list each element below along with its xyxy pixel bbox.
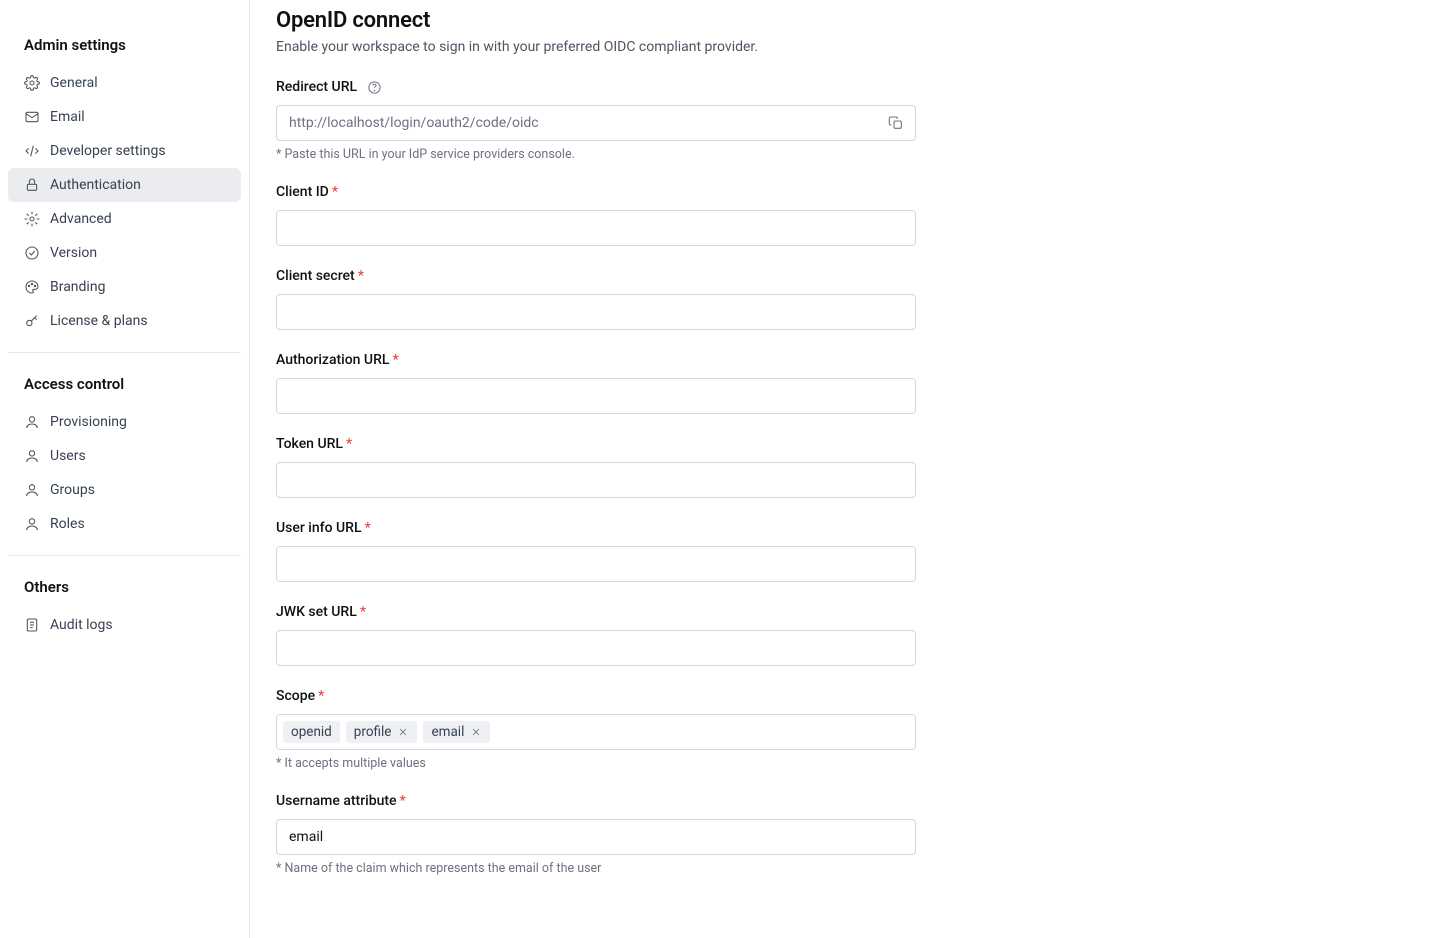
scope-tag: openid <box>283 721 340 743</box>
sidebar-item-label: Authentication <box>50 177 141 193</box>
required-marker: * <box>318 688 324 704</box>
sidebar-section-title: Access control <box>8 367 241 405</box>
field-redirect-url: Redirect URL * Paste this URL in your Id… <box>276 79 1190 162</box>
username-attribute-input[interactable] <box>276 819 916 855</box>
jwk-set-url-label: JWK set URL <box>276 604 357 620</box>
scope-label: Scope <box>276 688 315 704</box>
sidebar-item-audit-logs[interactable]: Audit logs <box>8 608 241 642</box>
redirect-url-label: Redirect URL <box>276 79 357 95</box>
user-icon <box>24 414 40 430</box>
user-icon <box>24 482 40 498</box>
field-scope: Scope* openid profile email * It accepts m… <box>276 688 1190 771</box>
field-jwk-set-url: JWK set URL* <box>276 604 1190 666</box>
sidebar-item-users[interactable]: Users <box>8 439 241 473</box>
sidebar-item-label: Users <box>50 448 86 464</box>
sidebar-item-label: Developer settings <box>50 143 166 159</box>
client-secret-input[interactable] <box>276 294 916 330</box>
field-user-info-url: User info URL* <box>276 520 1190 582</box>
sidebar-divider <box>8 352 241 353</box>
sidebar-item-version[interactable]: Version <box>8 236 241 270</box>
user-info-url-label: User info URL <box>276 520 362 536</box>
username-attribute-hint: * Name of the claim which represents the… <box>276 861 1190 876</box>
redirect-url-input[interactable] <box>276 105 916 141</box>
required-marker: * <box>346 436 352 452</box>
sidebar-item-provisioning[interactable]: Provisioning <box>8 405 241 439</box>
field-client-secret: Client secret* <box>276 268 1190 330</box>
page-subtitle: Enable your workspace to sign in with yo… <box>276 39 1190 55</box>
user-icon <box>24 448 40 464</box>
scope-tag-label: profile <box>354 724 392 740</box>
field-username-attribute: Username attribute* * Name of the claim … <box>276 793 1190 876</box>
field-token-url: Token URL* <box>276 436 1190 498</box>
sidebar-item-developer[interactable]: Developer settings <box>8 134 241 168</box>
authorization-url-label: Authorization URL <box>276 352 389 368</box>
required-marker: * <box>360 604 366 620</box>
copy-button[interactable] <box>886 113 906 133</box>
close-icon[interactable] <box>397 726 409 738</box>
jwk-set-url-input[interactable] <box>276 630 916 666</box>
page-title: OpenID connect <box>276 8 1190 33</box>
required-marker: * <box>332 184 338 200</box>
scope-tags-input[interactable]: openid profile email <box>276 714 916 750</box>
client-id-label: Client ID <box>276 184 329 200</box>
token-url-label: Token URL <box>276 436 343 452</box>
sidebar-item-groups[interactable]: Groups <box>8 473 241 507</box>
user-info-url-input[interactable] <box>276 546 916 582</box>
main-content: OpenID connect Enable your workspace to … <box>250 0 1190 938</box>
sidebar-item-label: Provisioning <box>50 414 127 430</box>
redirect-url-hint: * Paste this URL in your IdP service pro… <box>276 147 1190 162</box>
sidebar-item-label: Advanced <box>50 211 112 227</box>
required-marker: * <box>400 793 406 809</box>
sidebar-item-label: Groups <box>50 482 95 498</box>
sidebar-item-label: Audit logs <box>50 617 113 633</box>
required-marker: * <box>365 520 371 536</box>
sidebar-item-label: License & plans <box>50 313 148 329</box>
scope-tag-label: openid <box>291 724 332 740</box>
mail-icon <box>24 109 40 125</box>
client-id-input[interactable] <box>276 210 916 246</box>
check-circle-icon <box>24 245 40 261</box>
required-marker: * <box>358 268 364 284</box>
sidebar-item-label: Email <box>50 109 85 125</box>
authorization-url-input[interactable] <box>276 378 916 414</box>
gear-icon <box>24 211 40 227</box>
scope-tag: profile <box>346 721 418 743</box>
sidebar-item-advanced[interactable]: Advanced <box>8 202 241 236</box>
field-client-id: Client ID* <box>276 184 1190 246</box>
username-attribute-label: Username attribute <box>276 793 397 809</box>
sidebar-item-roles[interactable]: Roles <box>8 507 241 541</box>
token-url-input[interactable] <box>276 462 916 498</box>
help-icon[interactable] <box>367 80 382 95</box>
field-authorization-url: Authorization URL* <box>276 352 1190 414</box>
scope-tag-label: email <box>431 724 464 740</box>
sidebar: Admin settings General Email Developer sett… <box>0 0 250 938</box>
sidebar-item-license[interactable]: License & plans <box>8 304 241 338</box>
sidebar-item-general[interactable]: General <box>8 66 241 100</box>
scope-hint: * It accepts multiple values <box>276 756 1190 771</box>
sidebar-divider <box>8 555 241 556</box>
sidebar-item-label: Branding <box>50 279 105 295</box>
sidebar-item-label: Roles <box>50 516 85 532</box>
code-icon <box>24 143 40 159</box>
key-icon <box>24 313 40 329</box>
sidebar-item-branding[interactable]: Branding <box>8 270 241 304</box>
required-marker: * <box>392 352 398 368</box>
palette-icon <box>24 279 40 295</box>
sidebar-item-label: General <box>50 75 98 91</box>
lock-icon <box>24 177 40 193</box>
sidebar-item-authentication[interactable]: Authentication <box>8 168 241 202</box>
sidebar-item-email[interactable]: Email <box>8 100 241 134</box>
scope-tag: email <box>423 721 490 743</box>
settings-icon <box>24 75 40 91</box>
sidebar-item-label: Version <box>50 245 97 261</box>
user-icon <box>24 516 40 532</box>
client-secret-label: Client secret <box>276 268 355 284</box>
document-icon <box>24 617 40 633</box>
close-icon[interactable] <box>470 726 482 738</box>
sidebar-section-title: Admin settings <box>8 28 241 66</box>
sidebar-section-title: Others <box>8 570 241 608</box>
